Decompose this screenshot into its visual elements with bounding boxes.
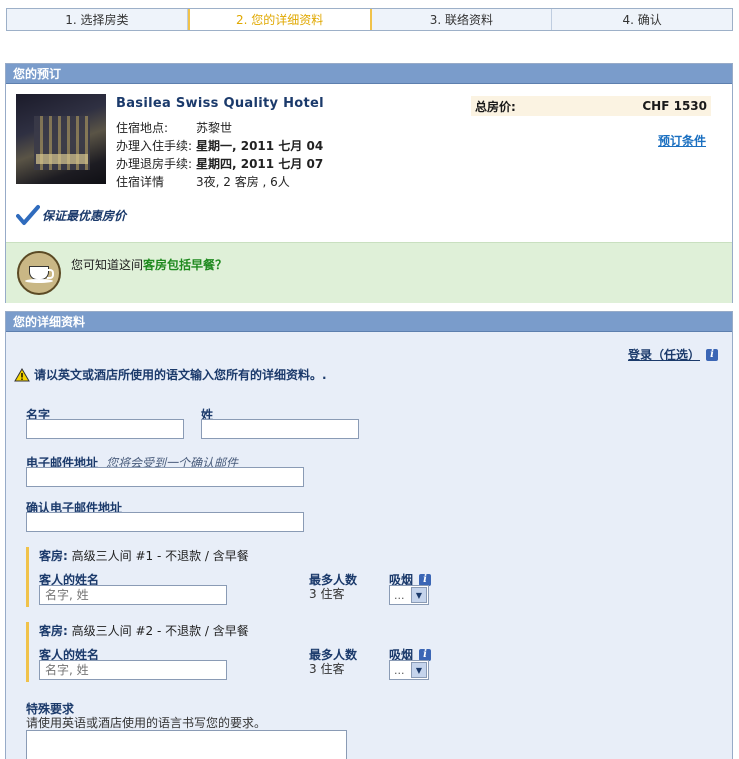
chevron-down-icon[interactable]: ▼ xyxy=(411,587,427,603)
total-price-box: 总房价: CHF 1530 xyxy=(471,96,711,116)
chevron-down-icon[interactable]: ▼ xyxy=(411,662,427,678)
booking-summary-panel: 您的预订 Basilea Swiss Quality Hotel 住宿地点: 苏黎… xyxy=(5,63,733,303)
warning-text: 请以英文或酒店所使用的语文输入您所有的详细资料。. xyxy=(34,368,327,382)
breakfast-text: 您可知道这间客房包括早餐？ xyxy=(71,256,227,273)
warning-icon xyxy=(14,367,30,381)
booking-terms-link[interactable]: 预订条件 xyxy=(658,132,706,149)
email-input[interactable] xyxy=(26,467,304,487)
checkin-row: 办理入住手续: 星期一, 2011 七月 04 xyxy=(116,137,323,154)
room-1-max-guests-value: 3 住客 xyxy=(309,587,345,601)
hotel-photo[interactable] xyxy=(16,94,106,184)
confirm-email-input[interactable] xyxy=(26,512,304,532)
room-2-title-value: 高级三人间 #2 - 不退款 / 含早餐 xyxy=(71,624,249,638)
stay-label: 住宿详情 xyxy=(116,175,165,189)
checkin-value: 星期一, 2011 七月 04 xyxy=(196,139,324,153)
room-2-smoking-select[interactable]: ... ▼ xyxy=(389,660,429,680)
progress-steps: 1. 选择房类 2. 您的详细资料 3. 联络资料 4. 确认 xyxy=(6,8,733,31)
room-1-guest-name-input[interactable] xyxy=(39,585,227,605)
location-value: 苏黎世 xyxy=(196,121,233,135)
location-row: 住宿地点: 苏黎世 xyxy=(116,119,232,136)
step-your-details[interactable]: 2. 您的详细资料 xyxy=(187,9,372,30)
room-1-title-value: 高级三人间 #1 - 不退款 / 含早餐 xyxy=(71,549,249,563)
info-icon[interactable]: i xyxy=(419,573,432,586)
stay-details-row: 住宿详情 3夜, 2 客房 , 6人 xyxy=(116,173,290,190)
total-price-value: CHF 1530 xyxy=(642,99,707,113)
details-panel-header: 您的详细资料 xyxy=(6,312,732,332)
room-2-title-label: 客房: xyxy=(39,624,68,638)
step-contact-info[interactable]: 3. 联络资料 xyxy=(372,9,553,30)
room-2-block: 客房: 高级三人间 #2 - 不退款 / 含早餐 客人的姓名 最多人数 3 住客… xyxy=(26,622,446,682)
first-name-input[interactable] xyxy=(26,419,184,439)
checkin-label: 办理入住手续: xyxy=(116,139,193,153)
stay-value: 3夜, 2 客房 , 6人 xyxy=(196,175,290,189)
checkout-label: 办理退房手续: xyxy=(116,157,193,171)
booking-panel-header: 您的预订 xyxy=(6,64,732,84)
checkmark-icon xyxy=(16,205,40,225)
info-icon[interactable]: i xyxy=(419,648,432,661)
best-price-guarantee: 保证最优惠房价 xyxy=(16,204,126,226)
room-2-guest-name-input[interactable] xyxy=(39,660,227,680)
special-requests-hint: 请使用英语或酒店使用的语言书写您的要求。 xyxy=(26,716,267,730)
step-select-room[interactable]: 1. 选择房类 xyxy=(7,9,188,30)
special-requests-textarea[interactable] xyxy=(26,730,347,759)
checkout-value: 星期四, 2011 七月 07 xyxy=(196,157,324,171)
login-link-text[interactable]: 登录（任选） xyxy=(628,346,700,363)
last-name-input[interactable] xyxy=(201,419,359,439)
your-details-panel: 您的详细资料 登录（任选） i 请以英文或酒店所使用的语文输入您所有的详细资料。… xyxy=(5,311,733,759)
room-1-title-label: 客房: xyxy=(39,549,68,563)
total-price-label: 总房价: xyxy=(475,99,516,114)
room-1-smoking-select[interactable]: ... ▼ xyxy=(389,585,429,605)
room-1-title: 客房: 高级三人间 #1 - 不退款 / 含早餐 xyxy=(39,547,249,564)
guarantee-text: 保证最优惠房价 xyxy=(42,208,127,223)
checkout-row: 办理退房手续: 星期四, 2011 七月 07 xyxy=(116,155,323,172)
room-1-smoking-value: ... xyxy=(394,588,405,602)
room-1-block: 客房: 高级三人间 #1 - 不退款 / 含早餐 客人的姓名 最多人数 3 住客… xyxy=(26,547,446,607)
breakfast-highlight: 客房包括早餐？ xyxy=(143,258,228,272)
language-warning: 请以英文或酒店所使用的语文输入您所有的详细资料。. xyxy=(14,366,327,383)
login-optional-link[interactable]: 登录（任选） i xyxy=(628,346,718,363)
coffee-cup-icon xyxy=(17,251,61,295)
breakfast-notice: 您可知道这间客房包括早餐？ xyxy=(6,242,732,303)
hotel-name: Basilea Swiss Quality Hotel xyxy=(116,96,324,111)
room-2-title: 客房: 高级三人间 #2 - 不退款 / 含早餐 xyxy=(39,622,249,639)
room-2-max-guests-value: 3 住客 xyxy=(309,662,345,676)
location-label: 住宿地点: xyxy=(116,121,169,135)
room-2-smoking-value: ... xyxy=(394,663,405,677)
breakfast-prefix: 您可知道这间 xyxy=(71,258,144,272)
info-icon[interactable]: i xyxy=(706,348,718,361)
step-confirm[interactable]: 4. 确认 xyxy=(552,9,732,30)
